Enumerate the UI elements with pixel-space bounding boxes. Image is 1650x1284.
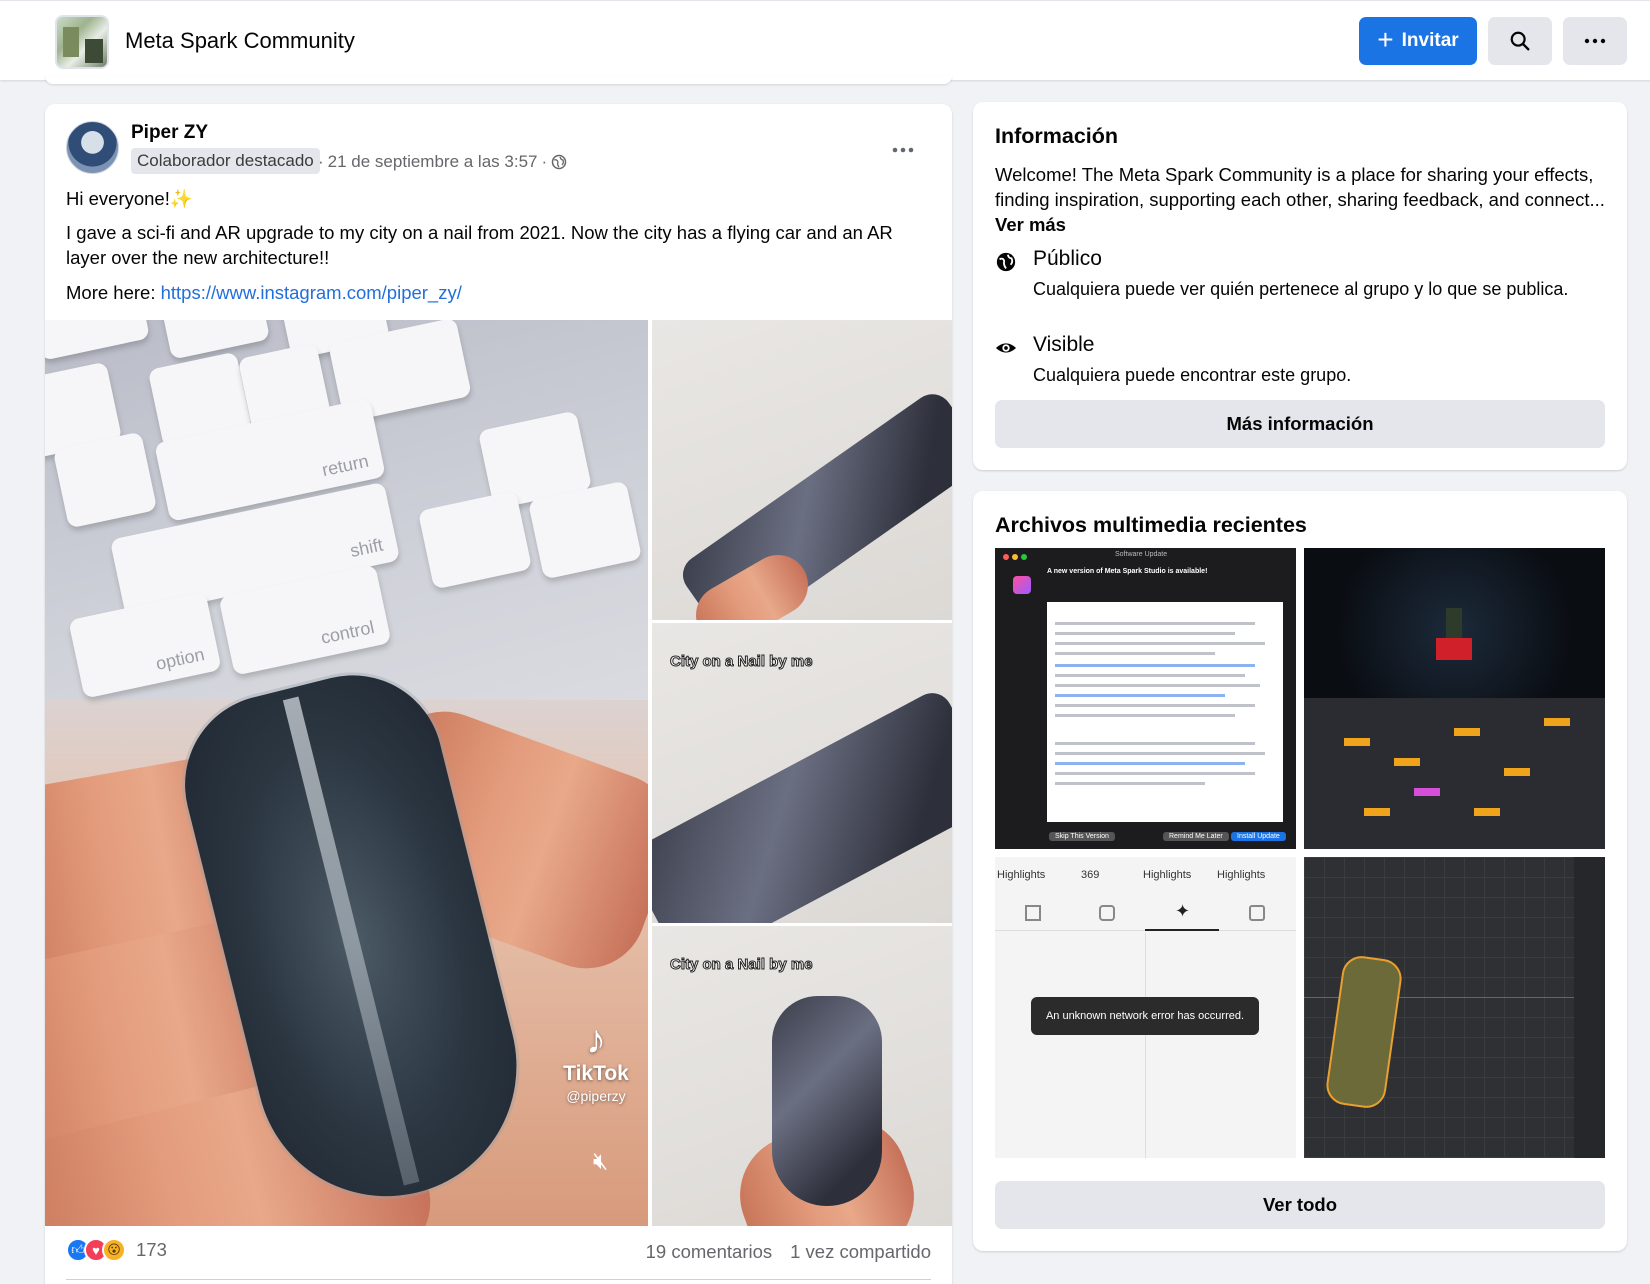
greeting-text: Hi everyone! [66, 188, 170, 209]
release-notes-box [1047, 602, 1283, 822]
tiktok-label: TikTok [563, 1062, 629, 1085]
more-horizontal-icon [892, 147, 914, 153]
network-error-toast: An unknown network error has occurred. [1031, 997, 1259, 1035]
highlight-label: Highlights [997, 869, 1046, 881]
previous-card-edge [45, 76, 952, 84]
keyboard-image-area: return shift option control [45, 320, 648, 700]
post-body: I gave a sci-fi and AR upgrade to my cit… [66, 222, 893, 268]
about-card: Información Welcome! The Meta Spark Comm… [973, 102, 1627, 470]
sparkles-icon: ✨ [169, 188, 193, 209]
post-image-4[interactable]: City on a Nail by me [652, 926, 952, 1226]
meta-separator: · [318, 152, 324, 171]
tiktok-user: @piperzy [566, 1088, 626, 1104]
post-timestamp[interactable]: 21 de septiembre a las 3:57 [328, 152, 538, 172]
post-options-button[interactable] [883, 130, 923, 170]
post-image-3[interactable]: City on a Nail by me [652, 623, 952, 923]
plus-icon: + [1377, 23, 1394, 55]
highlight-label: Highlights [1143, 869, 1192, 881]
spark-studio-logo-icon [1013, 576, 1031, 594]
post-more-line: More here: https://www.instagram.com/pip… [66, 280, 931, 305]
more-prefix: More here: [66, 282, 161, 303]
public-title: Público [1033, 247, 1102, 270]
post-video-main[interactable]: return shift option control ♪ TikTok @pi… [45, 320, 648, 1226]
post-image-2[interactable] [652, 320, 952, 620]
public-description: Cualquiera puede ver quién pertenece al … [1033, 279, 1569, 299]
search-button[interactable] [1488, 17, 1552, 65]
media-thumbnail-2[interactable] [1304, 548, 1605, 849]
recent-media-title: Archivos multimedia recientes [995, 513, 1307, 537]
highlight-label: 369 [1081, 869, 1100, 881]
visible-description: Cualquiera puede encontrar este grupo. [1033, 365, 1352, 385]
image-caption: City on a Nail by me [670, 956, 814, 974]
more-options-button[interactable] [1563, 17, 1627, 65]
meta-separator: · [541, 152, 548, 171]
post-greeting: Hi everyone!✨ [66, 186, 931, 211]
see-all-button[interactable]: Ver todo [995, 1181, 1605, 1229]
skip-version-button: Skip This Version [1049, 832, 1115, 841]
recent-media-card: Archivos multimedia recientes Software U… [973, 491, 1627, 1251]
highlight-label: Highlights [1217, 869, 1266, 881]
thumb1-window-title: Software Update [1115, 551, 1168, 558]
more-info-button[interactable]: Más información [995, 400, 1605, 448]
visible-title: Visible [1033, 333, 1095, 356]
sparkles-icon: ✦ [1175, 901, 1191, 921]
shares-count[interactable]: 1 vez compartido [790, 1241, 931, 1263]
tagged-icon [1249, 905, 1265, 921]
media-thumbnail-1[interactable]: Software Update A new version of Meta Sp… [995, 548, 1296, 849]
contributor-badge: Colaborador destacado [131, 148, 320, 174]
about-description: Welcome! The Meta Spark Community is a p… [995, 162, 1605, 237]
thumb1-heading: A new version of Meta Spark Studio is av… [1047, 568, 1208, 575]
key-label-control: control [318, 617, 377, 648]
group-name[interactable]: Meta Spark Community [125, 28, 355, 54]
engagement-counts: 19 comentarios 1 vez compartido [646, 1241, 931, 1263]
reels-icon [1099, 905, 1115, 921]
globe-icon [996, 252, 1016, 272]
grid-icon [1025, 905, 1041, 921]
key-label-shift: shift [348, 534, 385, 561]
media-thumbnail-4[interactable] [1304, 857, 1605, 1158]
reactions-summary[interactable]: 👍︎ ♥ 😮︎ 173 [66, 1238, 167, 1262]
mute-icon[interactable]: 🔇︎ [593, 1148, 608, 1176]
post-card: Piper ZY Colaborador destacado · 21 de s… [45, 104, 952, 1284]
key-label-option: option [154, 644, 207, 674]
avatar[interactable] [66, 121, 119, 174]
group-header: Meta Spark Community + Invitar [0, 0, 1650, 80]
post-author[interactable]: Piper ZY [131, 122, 208, 144]
invite-label: Invitar [1401, 30, 1459, 51]
group-cover-thumbnail[interactable] [55, 15, 109, 69]
divider [66, 1279, 931, 1280]
search-icon [1510, 31, 1530, 51]
eye-icon [995, 343, 1017, 353]
media-thumbnail-3[interactable]: Highlights 369 Highlights Highlights ✦ A… [995, 857, 1296, 1158]
key-label-return: return [320, 450, 371, 481]
instagram-link[interactable]: https://www.instagram.com/piper_zy/ [161, 282, 462, 303]
tiktok-logo-icon: ♪ [586, 1018, 606, 1062]
tiktok-watermark: ♪ TikTok @piperzy [556, 1020, 636, 1104]
post-meta: · 21 de septiembre a las 3:57 · [318, 152, 567, 172]
more-horizontal-icon [1584, 38, 1606, 44]
image-caption: City on a Nail by me [670, 653, 814, 671]
post-media-grid: return shift option control ♪ TikTok @pi… [45, 320, 952, 1226]
wow-reaction-icon: 😮︎ [102, 1238, 126, 1262]
invite-button[interactable]: + Invitar [1359, 17, 1477, 65]
description-text: Welcome! The Meta Spark Community is a p… [995, 164, 1605, 210]
reaction-count: 173 [136, 1239, 167, 1260]
comments-count[interactable]: 19 comentarios [646, 1241, 772, 1263]
install-update-button: Install Update [1231, 832, 1286, 841]
globe-icon [551, 154, 567, 170]
about-title: Información [995, 124, 1119, 148]
remind-later-button: Remind Me Later [1163, 832, 1229, 841]
see-more-link[interactable]: Ver más [995, 214, 1066, 235]
